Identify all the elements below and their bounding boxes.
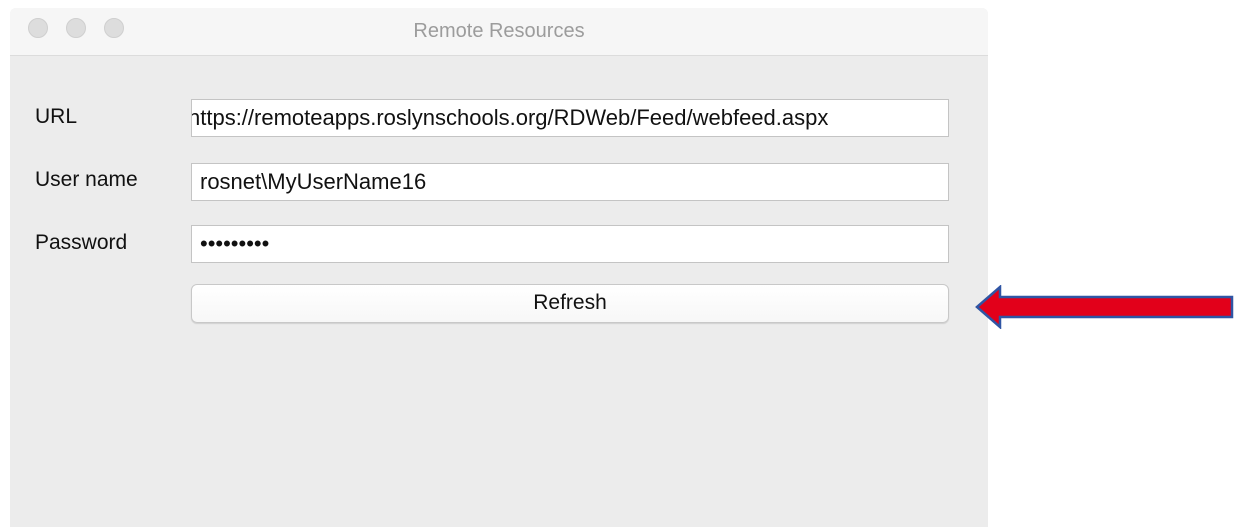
username-label: User name — [35, 168, 138, 191]
left-arrow-shape — [975, 285, 1234, 329]
username-field[interactable]: rosnet\MyUserName16 — [191, 163, 949, 201]
url-label: URL — [35, 105, 78, 128]
title-bar: Remote Resources — [10, 8, 988, 56]
window-title: Remote Resources — [413, 20, 585, 42]
password-field[interactable]: ••••••••• — [191, 225, 949, 263]
refresh-button[interactable]: Refresh — [191, 284, 949, 323]
password-label: Password — [35, 231, 128, 254]
remote-resources-window: Remote Resources URL https://remoteapps.… — [10, 8, 988, 527]
left-arrow-icon — [975, 285, 1234, 329]
url-field[interactable]: https://remoteapps.roslynschools.org/RDW… — [191, 99, 949, 137]
